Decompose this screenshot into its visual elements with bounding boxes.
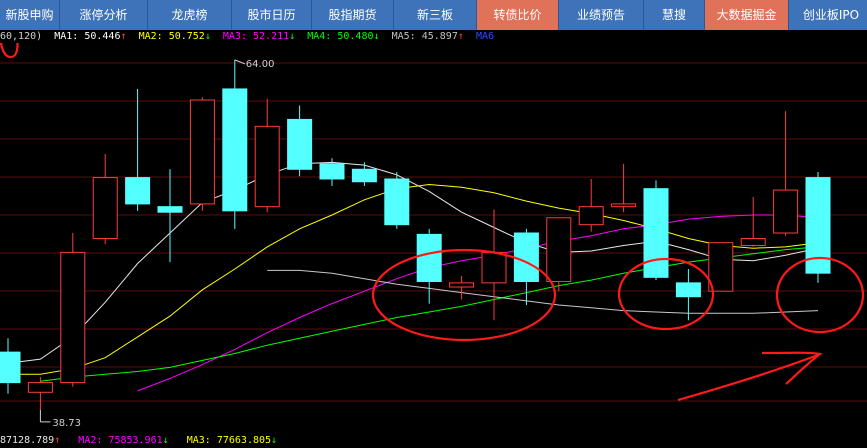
vol-ma3-name: MA3: <box>186 435 211 446</box>
candle[interactable] <box>416 228 442 304</box>
ma3-legend-name: MA3: <box>222 31 247 42</box>
vol-ma2-value: 75853.961 <box>108 435 163 446</box>
candle-body-up <box>773 189 799 234</box>
tab-dragon-tiger-list[interactable]: 龙虎榜 <box>148 0 232 30</box>
tab-market-calendar[interactable]: 股市日历 <box>232 0 312 30</box>
candle[interactable] <box>125 88 151 211</box>
volume-ma-legend-bar: 87128.789↑, MA2: 75853.961↓, MA3: 77663.… <box>0 435 278 446</box>
candle[interactable] <box>287 105 313 177</box>
function-tab-bar: 新股申购 涨停分析 龙虎榜 股市日历 股指期货 新三板 转债比价 业绩预告 慧搜 大数据掘金 创业板… <box>0 0 867 30</box>
candle-body-up <box>27 382 53 393</box>
vol-ma3-arrow: ↓ <box>271 435 278 446</box>
candle-body-up <box>578 206 604 226</box>
candle-body-up <box>60 251 86 384</box>
ma4-legend-name: MA4: <box>307 31 332 42</box>
candle[interactable] <box>740 196 766 247</box>
ma2-legend-name: MA2: <box>138 31 163 42</box>
candle-body-up <box>740 238 766 246</box>
chart-gridlines <box>0 62 867 402</box>
candle[interactable] <box>449 275 475 300</box>
ma1-legend-value: 50.446 <box>84 31 121 42</box>
candle[interactable] <box>254 98 280 213</box>
candle-body-up <box>254 125 280 208</box>
ma5-legend-name: MA5: <box>391 31 416 42</box>
candlestick-chart[interactable]: 64.00 38.73 <box>0 43 867 434</box>
tab-big-data-mining[interactable]: 大数据掘金 <box>705 0 789 30</box>
candle[interactable] <box>384 172 410 229</box>
annotation-arrow-shaft <box>677 353 819 402</box>
candle[interactable] <box>805 172 831 283</box>
candle[interactable] <box>92 154 118 245</box>
candle-body-down <box>416 233 442 282</box>
tab-convertible-bond-compare[interactable]: 转债比价 <box>477 0 559 30</box>
tab-index-futures[interactable]: 股指期货 <box>312 0 394 30</box>
ma1-legend-name: MA1: <box>54 31 79 42</box>
candle[interactable] <box>189 97 215 211</box>
candles <box>0 59 831 410</box>
candle-body-up <box>546 217 572 282</box>
ma5-line <box>267 269 819 314</box>
candle-body-up <box>449 282 475 288</box>
ma3-legend-value: 52.211 <box>253 31 290 42</box>
candle[interactable] <box>0 338 21 394</box>
candle[interactable] <box>351 162 377 186</box>
ma4-legend-value: 50.480 <box>337 31 374 42</box>
candle[interactable] <box>708 242 734 292</box>
candle-body-up <box>189 99 215 205</box>
candle-body-down <box>643 188 669 278</box>
ma5-legend-value: 45.897 <box>421 31 458 42</box>
tab-limit-up-analysis[interactable]: 涨停分析 <box>60 0 148 30</box>
candle-body-up <box>708 242 734 292</box>
tab-new-third-board[interactable]: 新三板 <box>394 0 477 30</box>
vol-ma1-value: 87128.789 <box>0 435 55 446</box>
ma-legend-bar: 60,120) MA1: 50.446↑ MA2: 50.752↓ MA3: 5… <box>0 30 867 43</box>
candle-body-up <box>92 177 118 240</box>
ma2-line <box>8 183 819 375</box>
candle[interactable] <box>222 59 248 229</box>
candle[interactable] <box>643 180 669 281</box>
candle-body-down <box>157 206 183 213</box>
tab-smart-search[interactable]: 慧搜 <box>644 0 705 30</box>
candle[interactable] <box>578 178 604 232</box>
candle[interactable] <box>27 377 53 410</box>
low-price-label: 38.73 <box>52 418 81 429</box>
tab-gem-ipo[interactable]: 创业板IPO <box>789 0 867 30</box>
candle-body-down <box>222 88 248 212</box>
candle[interactable] <box>157 169 183 263</box>
annotation-circle-left <box>0 43 19 59</box>
red-hand-drawn-annotations <box>0 43 865 402</box>
candle-body-down <box>319 163 345 180</box>
high-price-label: 64.00 <box>246 59 275 70</box>
candle-body-down <box>287 118 313 170</box>
candle-body-up <box>611 203 637 208</box>
candle[interactable] <box>60 233 86 387</box>
candle[interactable] <box>773 111 799 236</box>
candle-body-down <box>125 177 151 205</box>
tab-earnings-forecast[interactable]: 业绩预告 <box>559 0 644 30</box>
candle-body-down <box>513 232 539 282</box>
candle[interactable] <box>481 209 507 321</box>
candle-body-down <box>384 178 410 226</box>
annotation-circle-large <box>371 248 557 342</box>
candle-body-down <box>675 282 701 298</box>
vol-ma2-name: MA2: <box>78 435 103 446</box>
candle-body-down <box>351 168 377 183</box>
candle-body-down <box>0 351 21 384</box>
vol-ma3-value: 77663.805 <box>216 435 272 446</box>
candle[interactable] <box>611 163 637 213</box>
tab-new-share-subscription[interactable]: 新股申购 <box>0 0 60 30</box>
indicator-params: 60,120) <box>0 31 43 42</box>
ma6-legend-label: MA6 <box>475 31 494 42</box>
candle-body-up <box>481 251 507 284</box>
ma2-legend-value: 50.752 <box>168 31 205 42</box>
